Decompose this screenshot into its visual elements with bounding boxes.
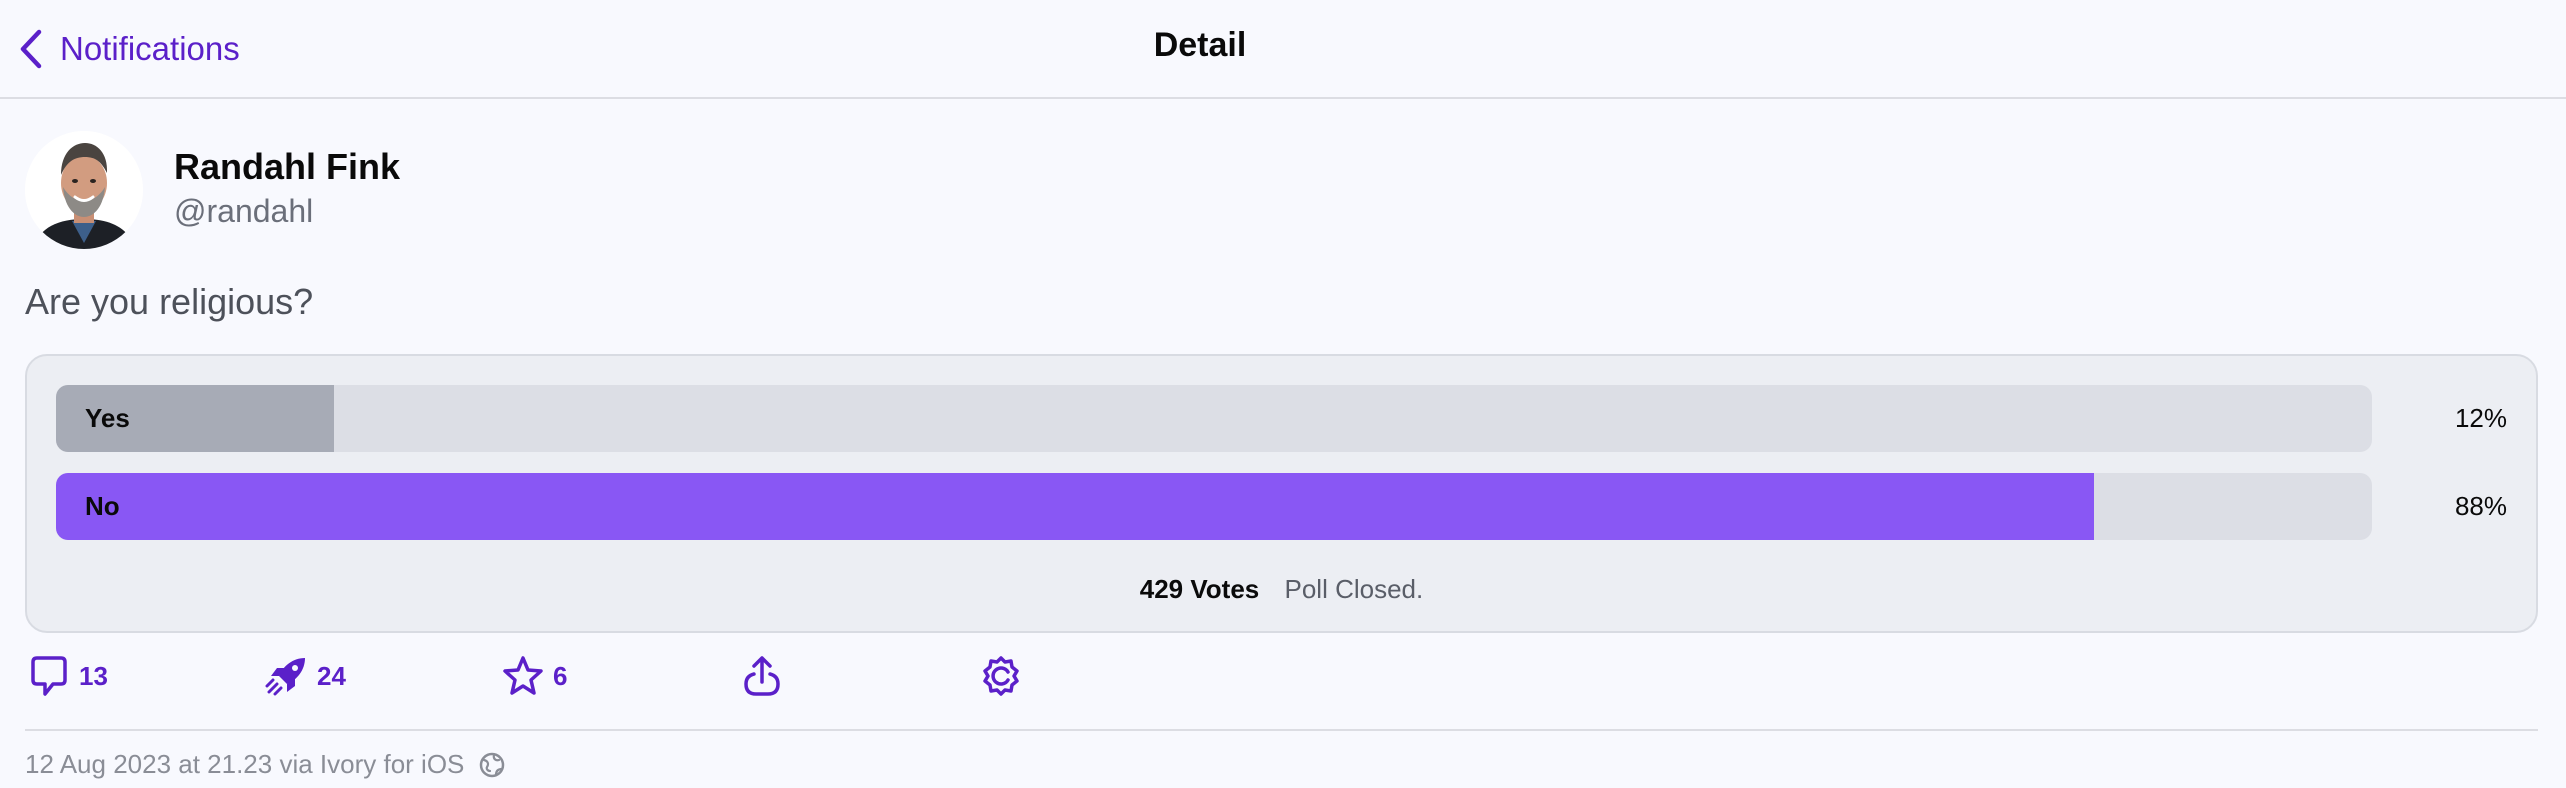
- page-title: Detail: [1153, 26, 1247, 64]
- share-icon: [744, 656, 780, 696]
- boost-count: 24: [317, 660, 346, 691]
- poll-vote-count: 429 Votes: [1139, 574, 1260, 604]
- poll-option-label: Yes: [85, 403, 130, 433]
- poll-option-yes[interactable]: Yes: [56, 385, 2372, 452]
- poll-option-label: No: [85, 491, 120, 521]
- author-name[interactable]: Randahl Fink: [174, 146, 400, 188]
- favorite-count: 6: [553, 660, 568, 691]
- more-actions-button[interactable]: [979, 650, 1023, 702]
- gear-icon: [983, 656, 1019, 696]
- poll-option-no[interactable]: No: [56, 473, 2372, 540]
- globe-icon[interactable]: [478, 751, 506, 779]
- poll-status: Poll Closed.: [1284, 574, 1424, 604]
- post-text: Are you religious?: [25, 281, 314, 322]
- avatar[interactable]: [25, 131, 143, 249]
- poll-footer: 429 Votes Poll Closed.: [27, 574, 2536, 605]
- boost-button[interactable]: 24: [265, 650, 346, 702]
- star-icon: [503, 656, 543, 695]
- reply-button[interactable]: 13: [27, 650, 108, 702]
- share-button[interactable]: [740, 650, 784, 702]
- poll: Yes 12% No 88% 429 Votes Poll Closed.: [25, 354, 2538, 633]
- favorite-button[interactable]: 6: [501, 650, 567, 702]
- avatar-image: [25, 131, 143, 249]
- poll-bar-fill: [56, 473, 2095, 540]
- rocket-boost-icon: [265, 658, 305, 696]
- poll-option-percent: 88%: [2454, 491, 2507, 521]
- divider: [25, 729, 2538, 731]
- reply-count: 13: [79, 660, 108, 691]
- reply-icon: [31, 656, 67, 696]
- post-meta: 12 Aug 2023 at 21.23 via Ivory for iOS: [25, 749, 506, 780]
- poll-option-percent: 12%: [2454, 403, 2507, 433]
- navigation-bar: Notifications Detail: [0, 0, 2566, 99]
- author-handle[interactable]: @randahl: [174, 193, 313, 230]
- post-timestamp: 12 Aug 2023 at 21.23 via Ivory for iOS: [25, 749, 465, 779]
